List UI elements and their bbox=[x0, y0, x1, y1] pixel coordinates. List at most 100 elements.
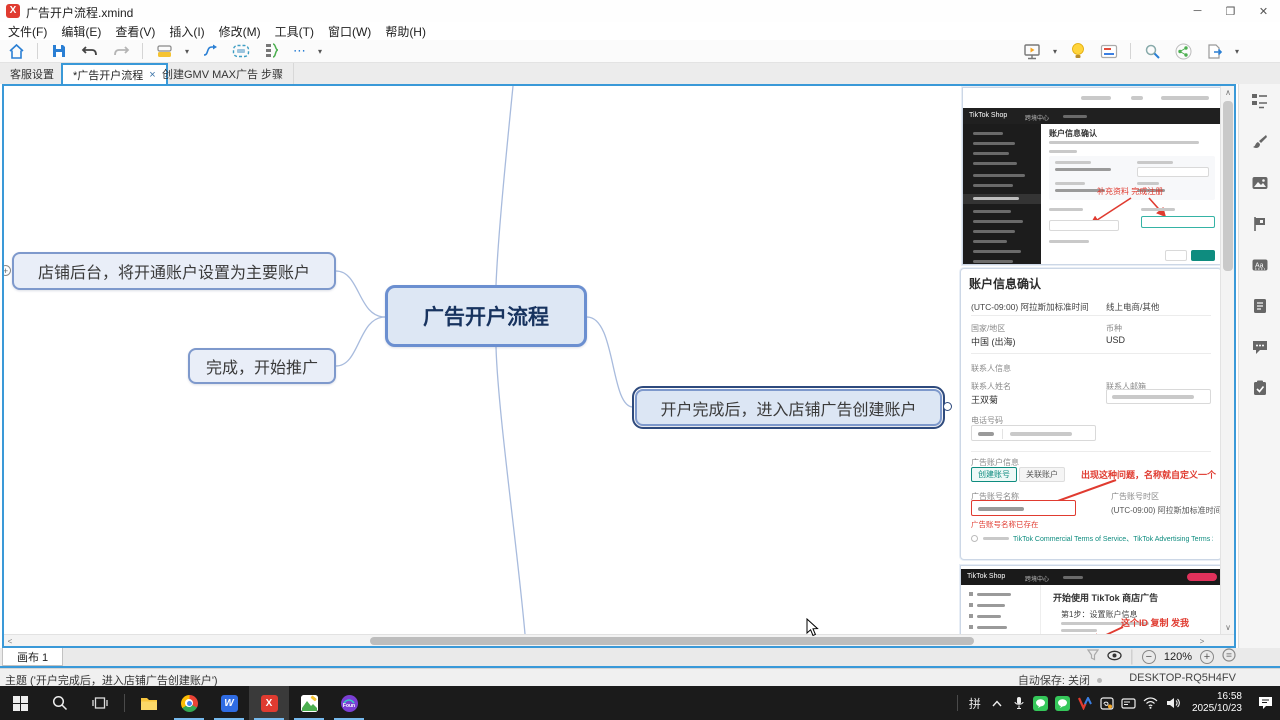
maximize-button[interactable]: ❐ bbox=[1214, 0, 1247, 22]
relationship-icon[interactable] bbox=[200, 41, 220, 61]
hidden-icons-chevron[interactable] bbox=[986, 686, 1008, 720]
filter-icon[interactable] bbox=[1087, 648, 1099, 666]
device-name: DESKTOP-RQ5H4FV bbox=[1129, 672, 1236, 684]
share-icon[interactable] bbox=[1173, 41, 1193, 61]
vertical-scrollbar[interactable]: ∧ ∨ bbox=[1220, 86, 1235, 634]
topic-label: 开户完成后，进入店铺广告创建账户 bbox=[660, 396, 916, 420]
taskbar-search-icon[interactable] bbox=[40, 686, 80, 720]
tab-gmv-max-steps[interactable]: 创建GMV MAX广告 步骤 bbox=[152, 63, 294, 84]
image-viewer-icon[interactable] bbox=[289, 686, 329, 720]
tiktok-shop-logo: TikTok Shop bbox=[969, 112, 1007, 119]
founder-app-icon[interactable]: Foun bbox=[329, 686, 369, 720]
menu-help[interactable]: 帮助(H) bbox=[385, 23, 426, 40]
menu-edit[interactable]: 编辑(E) bbox=[61, 23, 101, 40]
save-icon[interactable] bbox=[49, 41, 69, 61]
sticker-icon[interactable]: Aa bbox=[1251, 256, 1269, 274]
wifi-icon[interactable] bbox=[1140, 686, 1162, 720]
sheet-icon[interactable] bbox=[154, 41, 174, 61]
topic-shop-backend[interactable]: 店铺后台，将开通账户设置为主要账户 bbox=[12, 252, 336, 290]
menu-view[interactable]: 查看(V) bbox=[115, 23, 155, 40]
task-view-icon[interactable] bbox=[80, 686, 120, 720]
sheet-tab-canvas1[interactable]: 画布 1 bbox=[2, 648, 63, 666]
zoom-in-button[interactable]: + bbox=[1200, 650, 1214, 664]
presentation-dropdown-icon[interactable]: ▾ bbox=[1053, 47, 1057, 56]
minimize-button[interactable]: ─ bbox=[1181, 0, 1214, 22]
boundary-icon[interactable] bbox=[231, 41, 251, 61]
nav-item: 跨境中心 bbox=[1025, 113, 1049, 122]
wecom-icon[interactable] bbox=[1052, 686, 1074, 720]
blurred-name bbox=[978, 507, 1024, 511]
task-clipboard-icon[interactable] bbox=[1251, 379, 1269, 397]
outline-icon[interactable] bbox=[1251, 92, 1269, 110]
topic-open-account-selected[interactable]: 开户完成后，进入店铺广告创建账户 bbox=[635, 389, 942, 426]
search-icon[interactable] bbox=[1142, 41, 1162, 61]
vertical-scroll-thumb[interactable] bbox=[1223, 101, 1233, 271]
marker-flag-icon[interactable] bbox=[1251, 215, 1269, 233]
file-explorer-icon[interactable] bbox=[129, 686, 169, 720]
filmora-icon[interactable]: W bbox=[209, 686, 249, 720]
export-dropdown-icon[interactable]: ▾ bbox=[1235, 47, 1239, 56]
menu-insert[interactable]: 插入(I) bbox=[169, 23, 204, 40]
eye-icon[interactable] bbox=[1107, 648, 1122, 666]
video-app-icon[interactable] bbox=[1074, 686, 1096, 720]
selection-handle[interactable] bbox=[943, 402, 952, 411]
close-button[interactable]: ✕ bbox=[1247, 0, 1280, 22]
horizontal-scrollbar[interactable]: < > bbox=[4, 634, 1234, 647]
menu-window[interactable]: 窗口(W) bbox=[328, 23, 371, 40]
central-topic[interactable]: 广告开户流程 bbox=[385, 285, 587, 347]
horizontal-scroll-thumb[interactable] bbox=[370, 637, 974, 645]
topic-finish-promote[interactable]: 完成，开始推广 bbox=[188, 348, 336, 384]
toolbar-overflow-icon[interactable]: ▾ bbox=[318, 47, 322, 56]
menu-modify[interactable]: 修改(M) bbox=[219, 23, 261, 40]
scroll-left-icon[interactable]: < bbox=[4, 635, 16, 647]
notes-icon[interactable] bbox=[1251, 297, 1269, 315]
xmind-taskbar-icon[interactable]: X bbox=[249, 686, 289, 720]
redo-icon[interactable] bbox=[111, 41, 131, 61]
ime-indicator[interactable]: 拼 bbox=[964, 686, 986, 720]
country-value: 中国 (出海) bbox=[971, 335, 1016, 348]
microphone-icon[interactable] bbox=[1008, 686, 1030, 720]
summary-icon[interactable] bbox=[262, 41, 282, 61]
wechat-icon[interactable] bbox=[1030, 686, 1052, 720]
screen-capture-icon[interactable] bbox=[1096, 686, 1118, 720]
insert-image-icon[interactable] bbox=[1251, 174, 1269, 192]
mindmap-canvas[interactable]: 店铺后台，将开通账户设置为主要账户 + 完成，开始推广 广告开户流程 开户完成后… bbox=[2, 84, 1236, 648]
create-account-tab: 创建账号 bbox=[971, 467, 1017, 482]
format-brush-icon[interactable] bbox=[1251, 133, 1269, 151]
comments-icon[interactable] bbox=[1251, 338, 1269, 356]
menu-file[interactable]: 文件(F) bbox=[8, 23, 47, 40]
nav-item: 跨境中心 bbox=[1025, 574, 1049, 583]
home-icon[interactable] bbox=[6, 41, 26, 61]
site-header: TikTok Shop 跨境中心 bbox=[963, 108, 1222, 124]
device-card-icon[interactable] bbox=[1118, 686, 1140, 720]
notification-center-icon[interactable] bbox=[1250, 686, 1280, 720]
chrome-icon[interactable] bbox=[169, 686, 209, 720]
menu-tools[interactable]: 工具(T) bbox=[275, 23, 314, 40]
placeholder-bar bbox=[1081, 96, 1111, 100]
screenshot-account-info-form[interactable]: 账户信息确认 (UTC-09:00) 阿拉斯加标准时间 线上电商/其他 国家/地… bbox=[960, 268, 1222, 560]
scroll-down-icon[interactable]: ∨ bbox=[1221, 621, 1235, 634]
topic-label: 完成，开始推广 bbox=[206, 354, 318, 378]
tab-customer-service[interactable]: 客服设置 bbox=[0, 63, 65, 84]
lightbulb-icon[interactable] bbox=[1068, 41, 1088, 61]
start-button[interactable] bbox=[0, 686, 40, 720]
scroll-up-icon[interactable]: ∧ bbox=[1221, 86, 1235, 99]
toolbar-separator bbox=[142, 43, 143, 59]
more-tools-icon[interactable]: ⋯ bbox=[293, 43, 307, 59]
speaker-icon[interactable] bbox=[1162, 686, 1184, 720]
fit-zoom-button[interactable] bbox=[1222, 648, 1236, 667]
undo-icon[interactable] bbox=[80, 41, 100, 61]
placeholder-bar bbox=[1131, 96, 1143, 100]
presentation-icon[interactable] bbox=[1022, 41, 1042, 61]
sheet-bar: 画布 1 | − 120% + bbox=[0, 648, 1280, 668]
right-tool-panel: Aa bbox=[1238, 84, 1280, 648]
zoom-out-button[interactable]: − bbox=[1142, 650, 1156, 664]
sheet-dropdown-icon[interactable]: ▾ bbox=[185, 47, 189, 56]
export-icon[interactable] bbox=[1204, 41, 1224, 61]
screenshot-account-confirm-page[interactable]: TikTok Shop 跨境中心 账户信息 bbox=[962, 87, 1222, 265]
note-panel-icon[interactable] bbox=[1099, 41, 1119, 61]
scroll-right-icon[interactable]: > bbox=[1196, 635, 1208, 647]
svg-text:Aa: Aa bbox=[1255, 263, 1264, 270]
currency-value: USD bbox=[1106, 335, 1125, 345]
taskbar-clock[interactable]: 16:58 2025/10/23 bbox=[1184, 691, 1250, 715]
